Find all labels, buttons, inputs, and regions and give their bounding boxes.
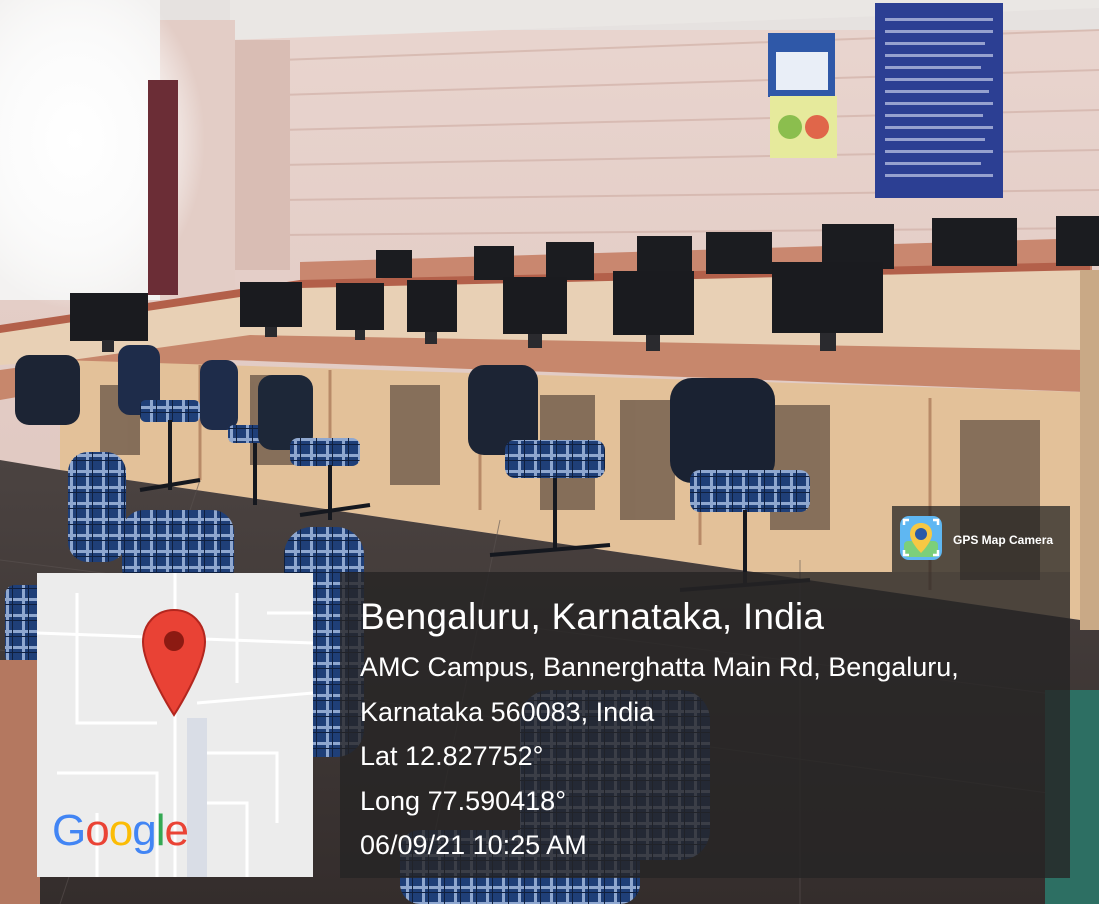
gps-map-camera-label: GPS Map Camera — [953, 533, 1054, 547]
longitude-text: Long 77.590418° — [360, 786, 566, 816]
gps-camera-icon — [900, 516, 942, 560]
google-logo: Google — [52, 806, 189, 855]
datetime-text: 06/09/21 10:25 AM — [360, 830, 587, 860]
latitude-text: Lat 12.827752° — [360, 741, 544, 771]
map-pin-icon — [141, 608, 207, 717]
photo-scene: Bengaluru, Karnataka, India AMC Campus, … — [0, 0, 1099, 904]
address-line-1: AMC Campus, Bannerghatta Main Rd, Bengal… — [360, 652, 959, 682]
location-title: Bengaluru, Karnataka, India — [360, 596, 825, 637]
address-line-2: Karnataka 560083, India — [360, 697, 655, 727]
